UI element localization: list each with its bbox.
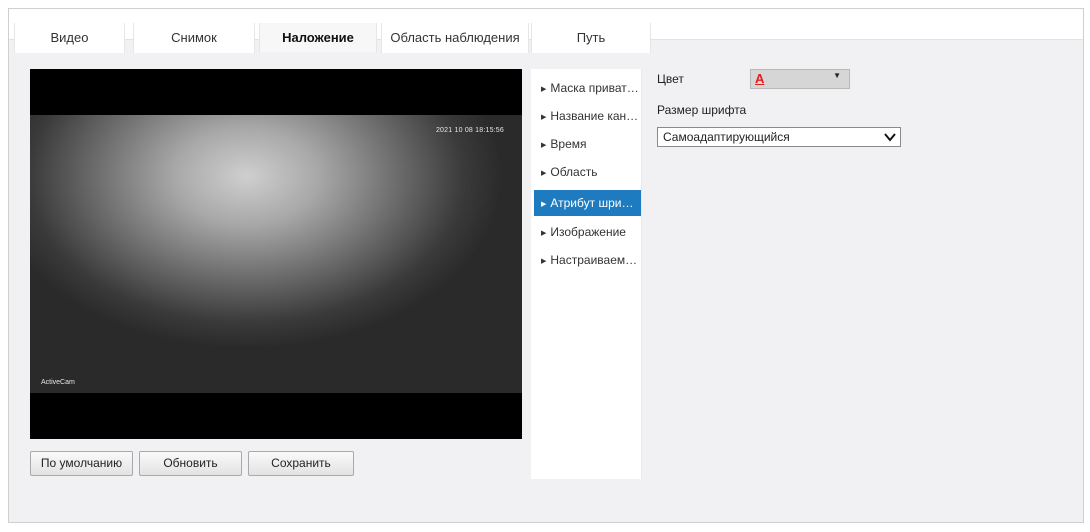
save-button[interactable]: Сохранить	[248, 451, 354, 476]
menu-item-label: Время	[550, 137, 587, 151]
main-panel: Видео Снимок Наложение Область наблюдени…	[8, 8, 1084, 523]
caret-right-icon: ▶	[541, 114, 547, 121]
color-label: Цвет	[657, 72, 684, 86]
tab-overlay[interactable]: Наложение	[259, 23, 377, 53]
tab-snapshot[interactable]: Снимок	[133, 23, 255, 53]
tab-path[interactable]: Путь	[531, 23, 651, 53]
overlay-menu: ▶ Маска приват… ▶ Название кан… ▶ Время ▶ Об…	[531, 69, 642, 479]
caret-right-icon: ▶	[541, 86, 547, 93]
tab-surveillance-area[interactable]: Область наблюдения	[381, 23, 529, 53]
caret-right-icon: ▶	[541, 142, 547, 149]
menu-item-label: Изображение	[550, 225, 626, 239]
font-color-icon: A	[755, 71, 765, 86]
menu-item-label: Маска приват…	[550, 81, 639, 95]
menu-item-font-attribute[interactable]: ▶ Атрибут шри…	[534, 190, 641, 216]
caret-right-icon: ▶	[541, 230, 547, 237]
caret-down-icon: ▼	[833, 71, 841, 80]
video-preview[interactable]: 2021 10 08 18:15:56 ActiveCam	[30, 69, 522, 439]
menu-item-channel-name[interactable]: ▶ Название кан…	[534, 103, 641, 129]
caret-right-icon: ▶	[541, 258, 547, 265]
color-picker-select[interactable]: A ▼	[750, 69, 850, 89]
chevron-down-icon	[884, 133, 896, 142]
osd-time-text: 2021 10 08 18:15:56	[435, 127, 504, 134]
font-size-value: Самоадаптирующийся	[663, 130, 790, 144]
tab-video[interactable]: Видео	[14, 23, 125, 53]
refresh-button[interactable]: Обновить	[139, 451, 242, 476]
menu-item-area[interactable]: ▶ Область	[534, 159, 641, 185]
osd-channel-name-text: ActiveCam	[41, 379, 75, 386]
default-button[interactable]: По умолчанию	[30, 451, 133, 476]
font-size-label: Размер шрифта	[657, 103, 747, 117]
menu-item-label: Название кан…	[550, 109, 639, 123]
caret-right-icon: ▶	[541, 170, 547, 177]
menu-item-privacy-mask[interactable]: ▶ Маска приват…	[534, 75, 641, 101]
video-image: 2021 10 08 18:15:56 ActiveCam	[30, 115, 522, 393]
menu-item-time[interactable]: ▶ Время	[534, 131, 641, 157]
font-size-select[interactable]: Самоадаптирующийся	[657, 127, 901, 147]
menu-item-label: Область	[550, 165, 598, 179]
menu-item-custom[interactable]: ▶ Настраиваем…	[534, 247, 641, 273]
caret-right-icon: ▶	[541, 201, 547, 208]
menu-item-label: Настраиваем…	[550, 253, 638, 267]
menu-item-image[interactable]: ▶ Изображение	[534, 219, 641, 245]
menu-item-label: Атрибут шри…	[550, 196, 634, 210]
